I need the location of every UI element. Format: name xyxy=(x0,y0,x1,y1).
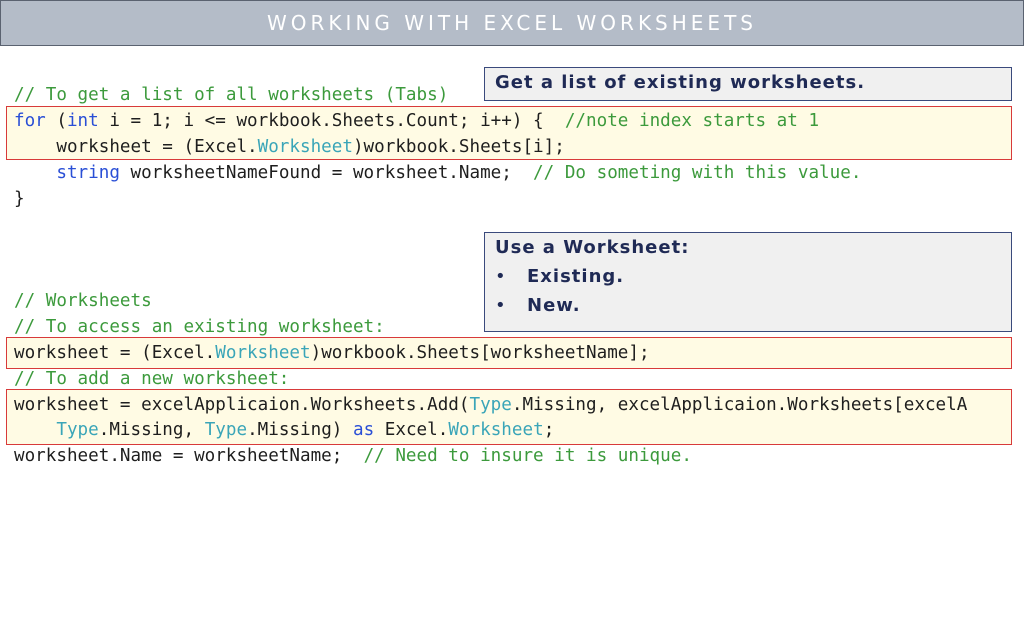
code-text: ; xyxy=(543,420,555,440)
code-text: worksheet = (Excel. xyxy=(14,137,258,157)
code-type: Worksheet xyxy=(257,137,353,157)
code-text: Excel. xyxy=(374,420,449,440)
code-type: Worksheet xyxy=(215,343,311,363)
callout-bullet-list: Existing. New. xyxy=(495,266,1001,316)
code-line: for (int i = 1; i <= workbook.Sheets.Cou… xyxy=(14,110,819,132)
code-text: worksheet.Name = worksheetName; xyxy=(14,446,364,466)
callout-list-existing: Get a list of existing worksheets. xyxy=(484,67,1012,101)
code-text: .Missing) xyxy=(247,420,353,440)
callout-bullet: New. xyxy=(495,295,1001,316)
code-text: i = 1; i <= workbook.Sheets.Count; i++) … xyxy=(98,111,565,131)
code-type: Type xyxy=(204,420,248,440)
code-line: // Worksheets xyxy=(14,291,152,311)
code-type: Type xyxy=(469,395,512,415)
code-text: )workbook.Sheets[worksheetName]; xyxy=(310,343,650,363)
code-fragment-top xyxy=(14,70,434,78)
code-text: ( xyxy=(45,111,67,131)
code-comment: //note index starts at 1 xyxy=(564,111,820,131)
code-keyword: string xyxy=(56,163,120,183)
code-type: Worksheet xyxy=(448,420,544,440)
code-comment: // Do someting with this value. xyxy=(533,163,862,183)
code-line: worksheet = excelApplicaion.Worksheets.A… xyxy=(14,394,1010,416)
code-line: worksheet = (Excel.Worksheet)workbook.Sh… xyxy=(14,136,565,158)
callout-heading: Use a Worksheet: xyxy=(495,237,690,258)
code-keyword: as xyxy=(353,420,375,440)
code-text: .Missing, xyxy=(98,420,205,440)
code-comment: // Need to insure it is unique. xyxy=(363,446,692,466)
code-type: Type xyxy=(56,420,99,440)
code-line: worksheet = (Excel.Worksheet)workbook.Sh… xyxy=(14,342,650,364)
code-line: // To access an existing worksheet: xyxy=(14,317,385,337)
callout-text: Get a list of existing worksheets. xyxy=(495,72,866,93)
code-line: // To get a list of all worksheets (Tabs… xyxy=(14,85,449,105)
slide-title-bar: WORKING WITH EXCEL WORKSHEETS xyxy=(0,0,1024,46)
code-line: Type.Missing, Type.Missing) as Excel.Wor… xyxy=(14,419,554,441)
code-text: )workbook.Sheets[i]; xyxy=(352,137,565,157)
callout-bullet: Existing. xyxy=(495,266,1001,287)
code-line: string worksheetNameFound = worksheet.Na… xyxy=(14,162,861,184)
code-text: .Missing, excelApplicaion.Worksheets[exc… xyxy=(511,395,968,415)
code-line: // To add a new worksheet: xyxy=(14,369,290,389)
code-text: worksheet = (Excel. xyxy=(14,343,216,363)
code-text: worksheetNameFound = worksheet.Name; xyxy=(119,163,534,183)
code-keyword: int xyxy=(66,111,99,131)
code-line: } xyxy=(14,189,25,209)
code-text: worksheet = excelApplicaion.Worksheets.A… xyxy=(14,395,470,415)
callout-use-worksheet: Use a Worksheet: Existing. New. xyxy=(484,232,1012,332)
slide-title: WORKING WITH EXCEL WORKSHEETS xyxy=(267,11,757,35)
code-keyword: for xyxy=(14,111,46,131)
code-line: worksheet.Name = worksheetName; // Need … xyxy=(14,445,692,467)
